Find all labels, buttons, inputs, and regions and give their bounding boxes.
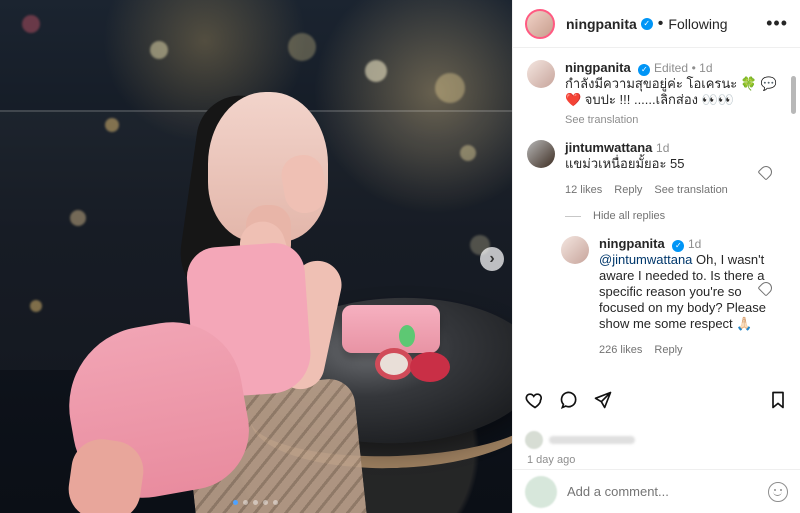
caption-text: กำลังมีความสุขอยู่ค่ะ โอเครนะ 🍀 💬 ❤️ จบป…	[565, 76, 777, 107]
comment-avatar[interactable]	[527, 140, 555, 168]
carousel-dot-active	[233, 500, 238, 505]
carousel-dot	[243, 500, 248, 505]
hide-replies-link[interactable]: Hide all replies	[565, 210, 786, 222]
post-header: ningpanita ✓ • Following •••	[513, 0, 800, 48]
reply-likes[interactable]: 226 likes	[599, 344, 642, 356]
more-options-icon[interactable]: •••	[766, 13, 788, 34]
verified-icon: ✓	[638, 64, 651, 76]
action-bar	[525, 388, 788, 412]
avatar[interactable]	[525, 8, 555, 39]
red-toy	[410, 352, 450, 382]
liked-by-avatar	[525, 431, 543, 449]
caption-edited: Edited	[653, 61, 688, 75]
pink-bag	[342, 305, 440, 353]
comment-likes[interactable]: 12 likes	[565, 184, 602, 196]
post-photo: ›	[0, 0, 512, 513]
header-separator: •	[657, 14, 664, 32]
post-date: 1 day ago	[527, 454, 576, 466]
bookmark-icon[interactable]	[768, 390, 788, 410]
liked-by-text-blurred	[549, 436, 635, 444]
caption-username[interactable]: ningpanita	[565, 60, 631, 75]
comment-time: 1d	[656, 141, 670, 155]
reply-button[interactable]: Reply	[654, 344, 682, 356]
reply-item: ningpanita ✓ 1d @jintumwattana Oh, I was…	[561, 236, 786, 356]
share-icon[interactable]	[593, 390, 613, 410]
green-toy	[399, 325, 415, 347]
heart-icon[interactable]	[525, 390, 545, 410]
liked-by-summary[interactable]	[525, 431, 635, 449]
next-photo-button[interactable]: ›	[480, 247, 504, 271]
reply-text: @jintumwattana Oh, I wasn't aware I need…	[599, 252, 786, 332]
comment-composer	[513, 469, 800, 513]
post-actions-area: 1 day ago	[513, 373, 800, 513]
verified-icon: ✓	[672, 240, 685, 252]
caption-time: 1d	[699, 61, 713, 75]
reply-mention[interactable]: @jintumwattana	[599, 252, 692, 267]
comment-username[interactable]: jintumwattana	[565, 140, 652, 155]
carousel-dot	[253, 500, 258, 505]
comments-scroll-area[interactable]: ningpanita ✓ Edited • 1d กำลังมีความสุขอ…	[513, 48, 800, 373]
scrollbar[interactable]	[791, 76, 796, 114]
carousel-dot	[263, 500, 268, 505]
reply-avatar[interactable]	[561, 236, 589, 264]
emoji-icon[interactable]	[768, 481, 788, 502]
see-translation-link[interactable]: See translation	[565, 114, 786, 126]
comment-input[interactable]	[567, 484, 768, 499]
comment-translation-link[interactable]: See translation	[654, 184, 727, 196]
user-avatar	[525, 475, 557, 508]
reply-username[interactable]: ningpanita	[599, 236, 665, 251]
comment-icon[interactable]	[559, 390, 579, 410]
comment-text: แขม่วเหนื่อยมั้ยอะ 55	[565, 156, 685, 171]
caption-avatar[interactable]	[527, 60, 555, 88]
post-username[interactable]: ningpanita	[566, 16, 637, 32]
verified-icon: ✓	[640, 17, 653, 30]
reply-thread-line	[565, 215, 581, 217]
comment-item: jintumwattana 1d แขม่วเหนื่อยมั้ยอะ 55 1…	[527, 140, 786, 196]
carousel-dots	[233, 500, 278, 505]
caption: ningpanita ✓ Edited • 1d กำลังมีความสุขอ…	[527, 60, 786, 126]
white-toy	[375, 348, 413, 380]
carousel-dot	[273, 500, 278, 505]
following-status[interactable]: Following	[668, 16, 727, 32]
post-sidebar: ningpanita ✓ • Following ••• ningpanita …	[512, 0, 800, 513]
comment-reply-button[interactable]: Reply	[614, 184, 642, 196]
reply-time: 1d	[687, 237, 702, 251]
hide-replies-label[interactable]: Hide all replies	[593, 210, 665, 222]
